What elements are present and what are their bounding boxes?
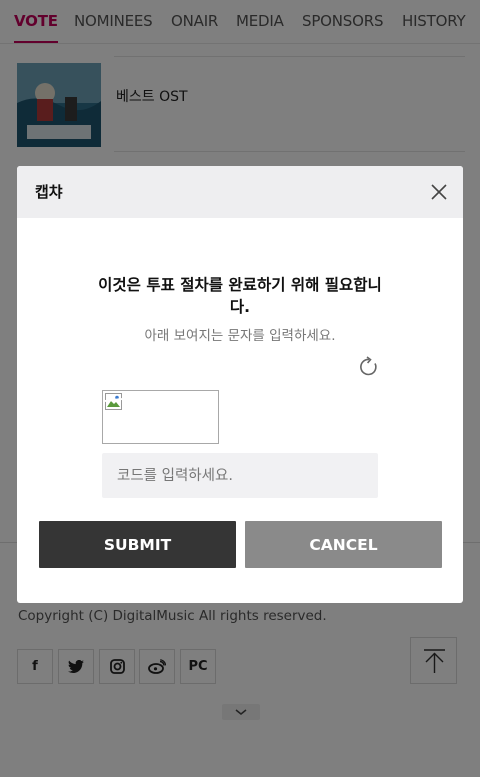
captcha-modal: 캡챠 이것은 투표 절차를 완료하기 위해 필요합니다. 아래 보여지는 문자를… — [17, 166, 463, 603]
modal-header: 캡챠 — [17, 166, 463, 218]
close-icon — [431, 184, 447, 200]
submit-button[interactable]: SUBMIT — [39, 521, 236, 568]
modal-title: 캡챠 — [35, 183, 63, 201]
captcha-image — [102, 390, 219, 444]
cancel-button[interactable]: CANCEL — [245, 521, 442, 568]
refresh-captcha-button[interactable] — [358, 356, 380, 378]
captcha-code-input[interactable] — [102, 453, 378, 498]
broken-image-icon — [105, 393, 122, 410]
captcha-instruction: 아래 보여지는 문자를 입력하세요. — [144, 328, 336, 344]
refresh-icon — [360, 356, 377, 376]
close-button[interactable] — [429, 182, 449, 202]
captcha-message: 이것은 투표 절차를 완료하기 위해 필요합니다. — [98, 276, 382, 316]
